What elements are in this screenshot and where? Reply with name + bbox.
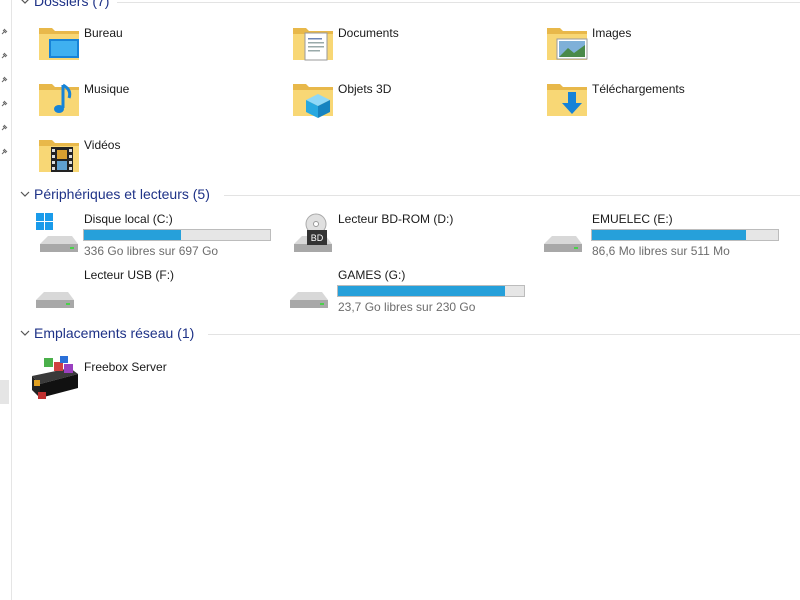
folder-tile-videos[interactable]: Vidéos <box>36 132 276 182</box>
section-header-network[interactable]: Emplacements réseau (1) <box>12 324 800 344</box>
folder-tile-music[interactable]: Musique <box>36 76 276 126</box>
documents-folder-icon <box>293 28 333 61</box>
folder-tile-3d-objects[interactable]: Objets 3D <box>290 76 530 126</box>
downloads-folder-icon <box>547 84 587 116</box>
drive-label: Lecteur BD-ROM (D:) <box>338 212 454 226</box>
hard-drive-icon <box>290 292 328 308</box>
pin-icon <box>0 28 8 36</box>
section-divider <box>117 2 800 3</box>
section-header-folders[interactable]: Dossiers (7) <box>12 0 800 12</box>
folder-label: Images <box>592 26 632 40</box>
drive-tile-g[interactable]: GAMES (G:) 23,7 Go libres sur 230 Go <box>290 266 530 316</box>
section-divider <box>208 334 800 335</box>
folder-label: Objets 3D <box>338 82 392 96</box>
nav-selection <box>0 380 9 404</box>
chevron-down-icon[interactable] <box>20 189 30 199</box>
folder-tile-desktop[interactable]: Bureau <box>36 20 276 70</box>
drive-tile-c[interactable]: Disque local (C:) 336 Go libres sur 697 … <box>36 210 276 260</box>
folder-tile-downloads[interactable]: Téléchargements <box>544 76 784 126</box>
folder-label: Téléchargements <box>592 82 685 96</box>
drive-usage-bar <box>83 229 271 241</box>
drive-tile-f[interactable]: Lecteur USB (F:) <box>36 266 276 316</box>
videos-folder-icon <box>39 140 79 172</box>
bd-rom-drive-icon: BD <box>294 213 332 252</box>
drive-label: EMUELEC (E:) <box>592 212 673 226</box>
drive-usage-fill <box>592 230 747 240</box>
usb-drive-icon <box>36 292 74 308</box>
windows-drive-icon <box>36 213 78 252</box>
folder-label: Vidéos <box>84 138 121 152</box>
drive-free-space: 23,7 Go libres sur 230 Go <box>338 300 476 314</box>
drive-label: GAMES (G:) <box>338 268 406 282</box>
pin-icon <box>0 124 8 132</box>
usb-drive-icon <box>544 236 582 252</box>
3d-objects-folder-icon <box>293 84 333 118</box>
drive-usage-bar <box>337 285 525 297</box>
drive-label: Disque local (C:) <box>84 212 173 226</box>
folder-tile-pictures[interactable]: Images <box>544 20 784 70</box>
drive-tile-d[interactable]: BD Lecteur BD-ROM (D:) <box>290 210 530 260</box>
drive-tile-e[interactable]: EMUELEC (E:) 86,6 Mo libres sur 511 Mo <box>544 210 784 260</box>
chevron-down-icon[interactable] <box>20 0 30 6</box>
pin-icon <box>0 100 8 108</box>
svg-text:BD: BD <box>311 233 324 243</box>
pin-icon <box>0 148 8 156</box>
drive-label: Lecteur USB (F:) <box>84 268 175 282</box>
folder-tile-documents[interactable]: Documents <box>290 20 530 70</box>
folder-label: Bureau <box>84 26 123 40</box>
network-tile-freebox[interactable]: Freebox Server <box>30 354 270 404</box>
pin-icon <box>0 52 8 60</box>
drive-usage-bar <box>591 229 779 241</box>
chevron-down-icon[interactable] <box>20 328 30 338</box>
section-header-drives[interactable]: Périphériques et lecteurs (5) <box>12 185 800 205</box>
drive-free-space: 336 Go libres sur 697 Go <box>84 244 219 258</box>
section-title: Périphériques et lecteurs (5) <box>34 186 210 202</box>
drive-usage-fill <box>338 286 506 296</box>
pin-icon <box>0 76 8 84</box>
navigation-pane[interactable] <box>0 0 12 600</box>
desktop-folder-icon <box>39 28 79 60</box>
folder-label: Musique <box>84 82 130 96</box>
media-server-icon <box>32 356 78 399</box>
section-title: Dossiers (7) <box>34 0 110 9</box>
music-folder-icon <box>39 83 79 116</box>
section-divider <box>224 195 800 196</box>
drive-usage-fill <box>84 230 181 240</box>
folder-label: Documents <box>338 26 399 40</box>
section-title: Emplacements réseau (1) <box>34 325 195 341</box>
pictures-folder-icon <box>547 28 588 60</box>
network-location-label: Freebox Server <box>84 360 167 374</box>
drive-free-space: 86,6 Mo libres sur 511 Mo <box>592 244 730 258</box>
